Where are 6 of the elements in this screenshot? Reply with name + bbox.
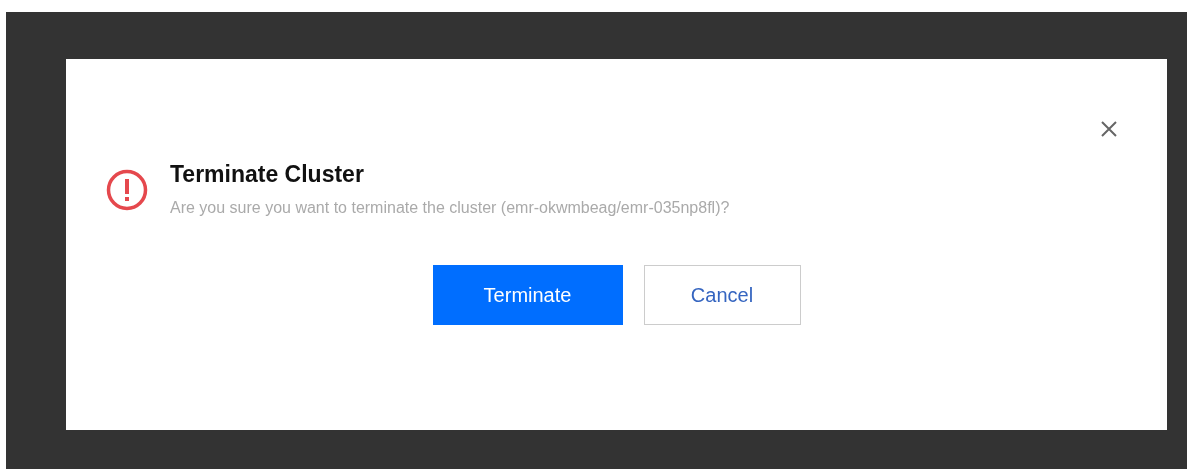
terminate-button[interactable]: Terminate bbox=[432, 265, 623, 325]
cancel-button[interactable]: Cancel bbox=[643, 265, 801, 325]
close-icon[interactable] bbox=[1099, 119, 1119, 139]
warning-icon bbox=[106, 169, 148, 211]
dialog-message: Are you sure you want to terminate the cluster (emr-okwmbeag/emr-035np8fl)? bbox=[170, 199, 730, 217]
dialog-title: Terminate Cluster bbox=[170, 160, 365, 189]
